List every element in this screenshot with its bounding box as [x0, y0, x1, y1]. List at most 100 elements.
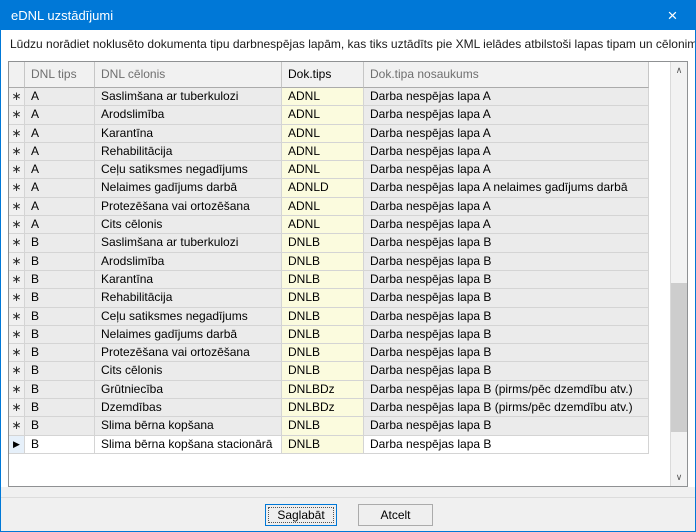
cell-dok-tips[interactable]: DNLBDz: [282, 399, 364, 418]
cell-dnl-celonis[interactable]: Nelaimes gadījums darbā: [95, 179, 282, 198]
table-row[interactable]: ∗ B Slima bērna kopšana DNLB Darba nespējas …: [9, 417, 649, 436]
table-row[interactable]: ∗ A Cits cēlonis ADNL Darba nespējas lapa A: [9, 216, 649, 235]
cell-dok-tips[interactable]: DNLBDz: [282, 380, 364, 400]
cell-dnl-tips[interactable]: B: [25, 380, 95, 400]
scroll-down-button[interactable]: ∨: [671, 469, 687, 486]
table-row[interactable]: ∗ A Nelaimes gadījums darbā ADNLD Darba nesp…: [9, 179, 649, 198]
table-row[interactable]: ∗ B Rehabilitācija DNLB Darba nespējas lapa …: [9, 289, 649, 308]
cell-dnl-tips[interactable]: A: [25, 142, 95, 162]
cell-dnl-tips[interactable]: A: [25, 179, 95, 198]
cell-dok-tipa-nosaukums[interactable]: Darba nespējas lapa B: [364, 417, 649, 436]
column-header-dok-tipa-nosaukums[interactable]: Dok.tipa nosaukums: [364, 62, 649, 88]
cell-dnl-celonis[interactable]: Grūtniecība: [95, 380, 282, 400]
cell-dnl-tips[interactable]: B: [25, 270, 95, 290]
table-row[interactable]: ∗ B Ceļu satiksmes negadījums DNLB Darba nes…: [9, 307, 649, 326]
row-indicator[interactable]: ∗: [9, 161, 25, 180]
row-indicator[interactable]: ∗: [9, 179, 25, 198]
cell-dnl-tips[interactable]: A: [25, 88, 95, 107]
cell-dnl-celonis[interactable]: Karantīna: [95, 270, 282, 290]
table-row[interactable]: ∗ A Arodslimība ADNL Darba nespējas lapa A: [9, 106, 649, 125]
cell-dok-tips[interactable]: ADNL: [282, 106, 364, 125]
cell-dok-tipa-nosaukums[interactable]: Darba nespējas lapa B: [364, 234, 649, 253]
cell-dnl-celonis[interactable]: Rehabilitācija: [95, 289, 282, 308]
cell-dok-tipa-nosaukums[interactable]: Darba nespējas lapa B: [364, 344, 649, 363]
row-indicator[interactable]: ∗: [9, 216, 25, 235]
row-indicator[interactable]: ∗: [9, 252, 25, 271]
cell-dnl-celonis[interactable]: Saslimšana ar tuberkulozi: [95, 88, 282, 107]
cell-dnl-celonis[interactable]: Protezēšana vai ortozēšana: [95, 344, 282, 363]
cell-dok-tips[interactable]: ADNL: [282, 216, 364, 235]
cell-dnl-tips[interactable]: B: [25, 399, 95, 418]
row-indicator[interactable]: ∗: [9, 197, 25, 217]
table-row[interactable]: ∗ B Cits cēlonis DNLB Darba nespējas lapa B: [9, 362, 649, 381]
row-indicator[interactable]: ▶: [9, 435, 25, 454]
cell-dnl-celonis[interactable]: Dzemdības: [95, 399, 282, 418]
cell-dnl-tips[interactable]: B: [25, 362, 95, 381]
row-indicator[interactable]: ∗: [9, 124, 25, 143]
row-indicator[interactable]: ∗: [9, 106, 25, 125]
row-indicator[interactable]: ∗: [9, 344, 25, 363]
cell-dok-tips[interactable]: ADNL: [282, 124, 364, 143]
cell-dok-tipa-nosaukums[interactable]: Darba nespējas lapa A: [364, 216, 649, 235]
cell-dnl-tips[interactable]: A: [25, 161, 95, 180]
cell-dok-tips[interactable]: ADNL: [282, 161, 364, 180]
table-row[interactable]: ▶ B Slima bērna kopšana stacionārā DNLB Darb…: [9, 435, 649, 454]
cell-dok-tipa-nosaukums[interactable]: Darba nespējas lapa B: [364, 252, 649, 271]
row-indicator[interactable]: ∗: [9, 289, 25, 308]
row-indicator[interactable]: ∗: [9, 234, 25, 253]
cell-dok-tips[interactable]: DNLB: [282, 435, 364, 454]
cell-dnl-tips[interactable]: B: [25, 289, 95, 308]
cell-dnl-celonis[interactable]: Saslimšana ar tuberkulozi: [95, 234, 282, 253]
table-row[interactable]: ∗ B Grūtniecība DNLBDz Darba nespējas lapa B…: [9, 380, 649, 400]
table-row[interactable]: ∗ B Saslimšana ar tuberkulozi DNLB Darba nes…: [9, 234, 649, 253]
cell-dok-tips[interactable]: DNLB: [282, 307, 364, 326]
row-indicator[interactable]: ∗: [9, 362, 25, 381]
cell-dok-tipa-nosaukums[interactable]: Darba nespējas lapa A: [364, 106, 649, 125]
row-indicator[interactable]: ∗: [9, 325, 25, 345]
cell-dok-tips[interactable]: ADNL: [282, 88, 364, 107]
cell-dok-tips[interactable]: DNLB: [282, 344, 364, 363]
table-row[interactable]: ∗ A Ceļu satiksmes negadījums ADNL Darba nes…: [9, 161, 649, 180]
cell-dnl-celonis[interactable]: Slima bērna kopšana stacionārā: [95, 435, 282, 454]
cell-dnl-tips[interactable]: B: [25, 325, 95, 345]
scroll-up-button[interactable]: ∧: [671, 62, 687, 79]
cell-dnl-tips[interactable]: A: [25, 197, 95, 217]
cell-dok-tips[interactable]: ADNLD: [282, 179, 364, 198]
table-row[interactable]: ∗ B Nelaimes gadījums darbā DNLB Darba nespē…: [9, 325, 649, 345]
cell-dnl-celonis[interactable]: Nelaimes gadījums darbā: [95, 325, 282, 345]
table-row[interactable]: ∗ A Rehabilitācija ADNL Darba nespējas lapa …: [9, 142, 649, 162]
table-row[interactable]: ∗ B Arodslimība DNLB Darba nespējas lapa B: [9, 252, 649, 271]
cell-dnl-tips[interactable]: B: [25, 307, 95, 326]
cell-dnl-celonis[interactable]: Arodslimība: [95, 106, 282, 125]
cell-dnl-celonis[interactable]: Cits cēlonis: [95, 216, 282, 235]
cell-dok-tips[interactable]: ADNL: [282, 197, 364, 217]
scrollbar-thumb[interactable]: [671, 283, 687, 432]
cell-dnl-celonis[interactable]: Ceļu satiksmes negadījums: [95, 161, 282, 180]
cell-dok-tips[interactable]: DNLB: [282, 289, 364, 308]
cell-dnl-tips[interactable]: B: [25, 234, 95, 253]
cell-dok-tipa-nosaukums[interactable]: Darba nespējas lapa B: [364, 435, 649, 454]
cell-dok-tipa-nosaukums[interactable]: Darba nespējas lapa B: [364, 362, 649, 381]
cell-dok-tipa-nosaukums[interactable]: Darba nespējas lapa A: [364, 197, 649, 217]
cell-dnl-celonis[interactable]: Protezēšana vai ortozēšana: [95, 197, 282, 217]
table-row[interactable]: ∗ A Karantīna ADNL Darba nespējas lapa A: [9, 124, 649, 143]
cell-dnl-tips[interactable]: B: [25, 435, 95, 454]
cell-dnl-celonis[interactable]: Rehabilitācija: [95, 142, 282, 162]
table-row[interactable]: ∗ B Dzemdības DNLBDz Darba nespējas lapa B (…: [9, 399, 649, 418]
cell-dok-tipa-nosaukums[interactable]: Darba nespējas lapa B: [364, 270, 649, 290]
cell-dnl-tips[interactable]: A: [25, 216, 95, 235]
vertical-scrollbar[interactable]: ∧ ∨: [670, 62, 687, 486]
cell-dnl-tips[interactable]: B: [25, 252, 95, 271]
column-header-dok-tips[interactable]: Dok.tips: [282, 62, 364, 88]
cell-dnl-tips[interactable]: B: [25, 417, 95, 436]
cell-dok-tips[interactable]: DNLB: [282, 270, 364, 290]
cell-dnl-celonis[interactable]: Slima bērna kopšana: [95, 417, 282, 436]
cell-dnl-tips[interactable]: A: [25, 124, 95, 143]
row-indicator[interactable]: ∗: [9, 380, 25, 400]
column-header-dnl-celonis[interactable]: DNL cēlonis: [95, 62, 282, 88]
cell-dok-tipa-nosaukums[interactable]: Darba nespējas lapa B (pirms/pēc dzemdīb…: [364, 380, 649, 400]
cell-dnl-celonis[interactable]: Karantīna: [95, 124, 282, 143]
cell-dok-tips[interactable]: DNLB: [282, 252, 364, 271]
row-indicator[interactable]: ∗: [9, 270, 25, 290]
cell-dok-tips[interactable]: DNLB: [282, 362, 364, 381]
